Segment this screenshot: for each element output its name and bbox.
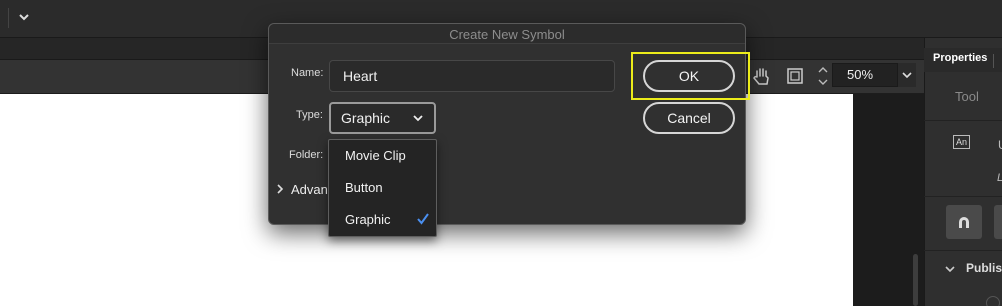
checkmark-icon	[416, 212, 430, 226]
cancel-button[interactable]: Cancel	[643, 102, 735, 134]
scrollbar-thumb[interactable]	[913, 254, 918, 306]
hand-tool-icon[interactable]	[751, 66, 773, 86]
menu-item-button[interactable]: Button	[329, 172, 436, 204]
chevron-down-icon[interactable]	[943, 262, 957, 276]
type-label: Type:	[296, 109, 323, 121]
divider	[993, 54, 994, 68]
chevron-right-icon[interactable]	[274, 182, 286, 196]
divider	[924, 120, 1002, 121]
chevron-down-icon	[902, 72, 912, 79]
snap-magnet-button[interactable]	[946, 205, 982, 239]
fit-stage-icon[interactable]	[785, 66, 805, 86]
panel-text-fragment: U	[998, 138, 1002, 152]
tool-label: Tool	[955, 89, 979, 104]
panel-button[interactable]	[994, 205, 1002, 239]
name-label: Name:	[291, 67, 324, 79]
radio-control[interactable]	[986, 296, 1000, 306]
magnet-icon	[959, 217, 969, 228]
zoom-dropdown-button[interactable]	[898, 63, 916, 87]
menu-item-movie-clip[interactable]: Movie Clip	[329, 140, 436, 172]
divider	[924, 250, 1002, 251]
animate-document-icon: An	[953, 135, 970, 149]
folder-label: Folder:	[289, 149, 324, 161]
dialog-title: Create New Symbol	[449, 27, 565, 42]
ok-button[interactable]: OK	[643, 60, 735, 92]
zoom-input[interactable]: 50%	[832, 63, 898, 87]
panel-text-fragment: L	[997, 172, 1002, 184]
advanced-toggle[interactable]: Advanced	[291, 182, 331, 197]
publish-section-label[interactable]: Publis	[966, 261, 1002, 275]
divider	[8, 8, 9, 28]
symbol-name-input[interactable]: Heart	[329, 60, 615, 92]
chevron-down-icon	[410, 110, 426, 126]
divider	[924, 196, 1002, 197]
tab-properties[interactable]: Properties	[933, 52, 987, 64]
zoom-stepper[interactable]	[817, 64, 829, 88]
chevron-down-icon[interactable]	[14, 8, 34, 26]
